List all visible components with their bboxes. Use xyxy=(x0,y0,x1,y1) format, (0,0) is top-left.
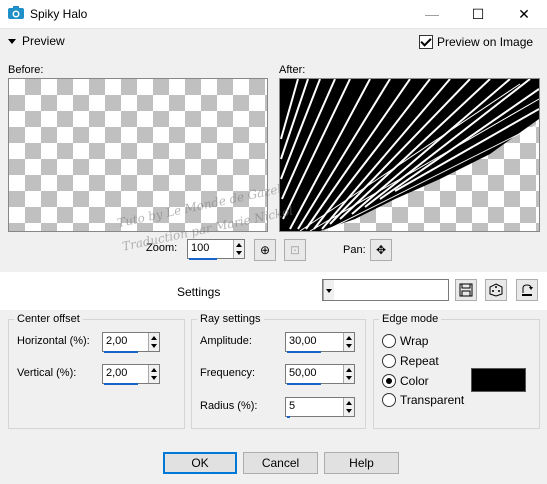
preview-on-image-label: Preview on Image xyxy=(437,34,534,49)
vertical-field[interactable]: 2,00 xyxy=(102,364,160,385)
preview-toggle-label: Preview xyxy=(22,34,65,48)
frequency-field[interactable]: 50,00 xyxy=(285,364,355,385)
radio-wrap[interactable]: Wrap xyxy=(382,333,428,348)
center-offset-title: Center offset xyxy=(14,313,83,325)
after-label: After: xyxy=(279,64,306,76)
amplitude-spinner[interactable] xyxy=(343,333,354,351)
frequency-spinner[interactable] xyxy=(343,365,354,383)
zoom-field[interactable]: 100 xyxy=(187,239,245,260)
radio-unselected-icon xyxy=(382,353,396,368)
amplitude-value: 30,00 xyxy=(289,335,317,347)
pan-label: Pan: xyxy=(343,244,366,256)
ray-settings-title: Ray settings xyxy=(197,313,264,325)
preset-dropdown[interactable] xyxy=(322,279,449,301)
cancel-button[interactable]: Cancel xyxy=(243,452,318,474)
radius-field[interactable]: 5 xyxy=(285,397,355,418)
vertical-value: 2,00 xyxy=(106,367,128,379)
amplitude-slider[interactable] xyxy=(287,351,321,353)
after-preview[interactable] xyxy=(279,78,540,232)
radio-wrap-label: Wrap xyxy=(400,333,429,348)
settings-label: Settings xyxy=(177,285,221,299)
reset-icon xyxy=(522,284,533,296)
frequency-slider[interactable] xyxy=(287,383,321,385)
radius-spinner[interactable] xyxy=(343,398,354,416)
dice-icon xyxy=(489,283,503,297)
horizontal-label: Horizontal (%): xyxy=(17,335,90,347)
save-icon xyxy=(459,283,473,297)
zoom-in-button[interactable]: ⊕ xyxy=(254,239,276,261)
radius-slider[interactable] xyxy=(287,416,290,418)
amplitude-field[interactable]: 30,00 xyxy=(285,332,355,353)
collapse-arrow-icon xyxy=(8,39,16,45)
zoom-out-button[interactable]: ⊡ xyxy=(284,239,306,261)
radio-repeat-label: Repeat xyxy=(400,353,439,368)
radio-selected-icon xyxy=(382,373,396,388)
radio-transparent[interactable]: Transparent xyxy=(382,392,464,407)
window-title: Spiky Halo xyxy=(30,7,88,21)
maximize-button[interactable]: ☐ xyxy=(455,0,501,28)
close-button[interactable]: ✕ xyxy=(501,0,547,28)
radio-repeat[interactable]: Repeat xyxy=(382,353,439,368)
radio-color[interactable]: Color xyxy=(382,373,429,388)
radio-color-label: Color xyxy=(400,373,429,388)
checkbox-checked-icon xyxy=(419,34,433,49)
save-preset-button[interactable] xyxy=(455,279,477,301)
amplitude-label: Amplitude: xyxy=(200,335,252,347)
vertical-spinner[interactable] xyxy=(148,365,159,383)
frequency-value: 50,00 xyxy=(289,367,317,379)
pan-button[interactable]: ✥ xyxy=(370,239,392,261)
radio-unselected-icon xyxy=(382,392,396,407)
radius-label: Radius (%): xyxy=(200,400,258,412)
zoom-value: 100 xyxy=(191,242,210,254)
reset-button[interactable] xyxy=(516,279,538,301)
preview-toggle[interactable]: Preview xyxy=(8,34,65,48)
move-icon: ✥ xyxy=(375,243,387,257)
zoom-actual-icon: ⊡ xyxy=(289,243,301,257)
horizontal-value: 2,00 xyxy=(106,335,128,347)
edge-mode-title: Edge mode xyxy=(379,313,442,325)
randomize-button[interactable] xyxy=(485,279,507,301)
minimize-button[interactable]: — xyxy=(409,0,455,28)
app-icon xyxy=(8,6,24,19)
spiky-halo-render xyxy=(280,79,539,231)
preview-on-image-checkbox[interactable]: Preview on Image xyxy=(419,34,533,49)
magnify-icon: ⊕ xyxy=(259,243,271,257)
horizontal-slider[interactable] xyxy=(104,351,138,353)
horizontal-field[interactable]: 2,00 xyxy=(102,332,160,353)
zoom-slider[interactable] xyxy=(189,258,217,260)
help-button[interactable]: Help xyxy=(324,452,399,474)
edge-color-swatch[interactable] xyxy=(471,368,526,392)
radio-transparent-label: Transparent xyxy=(400,392,465,407)
chevron-down-icon xyxy=(323,280,334,300)
ok-button[interactable]: OK xyxy=(163,452,237,474)
radius-value: 5 xyxy=(289,400,296,412)
frequency-label: Frequency: xyxy=(200,367,256,379)
before-label: Before: xyxy=(8,64,44,76)
vertical-slider[interactable] xyxy=(104,383,138,385)
horizontal-spinner[interactable] xyxy=(148,333,159,351)
zoom-spinner[interactable] xyxy=(233,240,244,258)
radio-unselected-icon xyxy=(382,333,396,348)
vertical-label: Vertical (%): xyxy=(17,367,77,379)
title-bar: Spiky Halo — ☐ ✕ xyxy=(0,0,547,29)
